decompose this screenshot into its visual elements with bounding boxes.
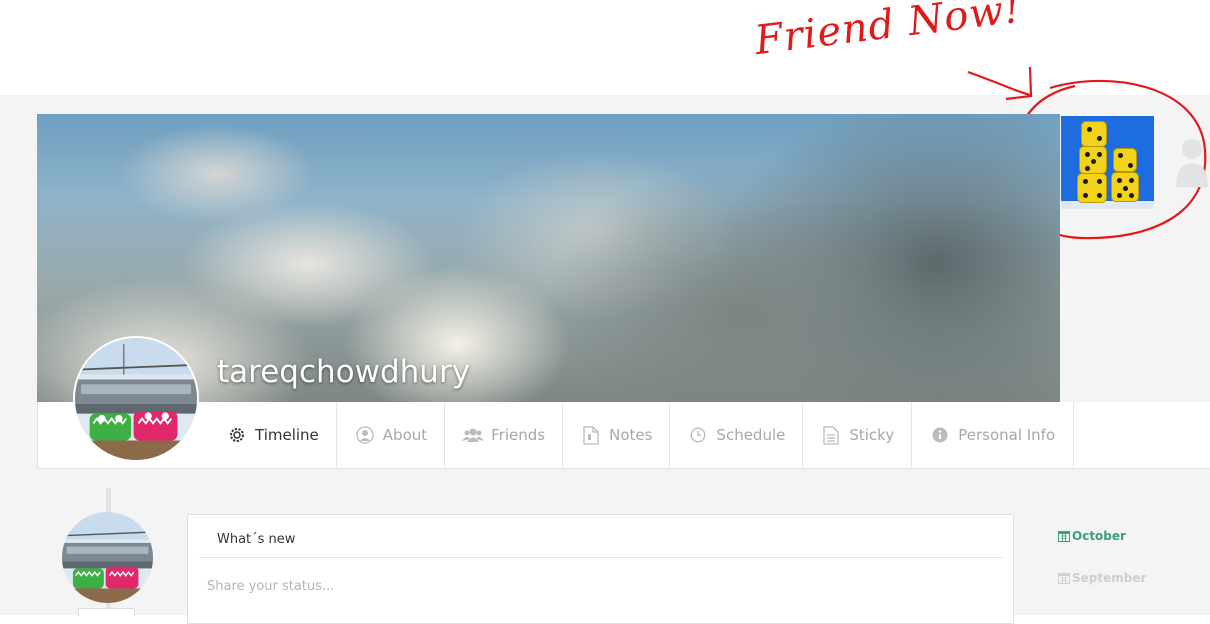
note-icon: [820, 424, 842, 446]
archive-month-october[interactable]: October: [1058, 526, 1146, 546]
gear-icon: [226, 424, 248, 446]
profile-tabs: Timeline About Friends Notes Schedule St…: [209, 402, 1075, 468]
friend-thumbnail[interactable]: [1061, 116, 1154, 209]
friend-placeholder-icon[interactable]: [1174, 137, 1210, 187]
tab-label: Sticky: [849, 426, 895, 444]
archive-months: October September: [1058, 526, 1146, 610]
avatar-image: [62, 512, 153, 603]
die-graphic: [1081, 121, 1107, 147]
tab-label: Timeline: [255, 426, 319, 444]
tab-about[interactable]: About: [337, 402, 446, 468]
tab-label: Notes: [609, 426, 653, 444]
tab-label: Schedule: [716, 426, 786, 444]
profile-avatar[interactable]: [73, 336, 199, 462]
archive-month-label: September: [1072, 571, 1147, 585]
status-input[interactable]: [205, 570, 989, 602]
tab-timeline[interactable]: Timeline: [209, 402, 337, 468]
composer-title: What´s new: [217, 532, 296, 547]
profile-username[interactable]: tareqchowdhury: [217, 354, 470, 390]
avatar-image: [75, 338, 197, 460]
die-graphic: [1113, 148, 1137, 172]
die-graphic: [1077, 173, 1107, 203]
composer-avatar[interactable]: [62, 512, 153, 603]
profile-navbar: Timeline About Friends Notes Schedule St…: [37, 402, 1210, 469]
tab-label: Personal Info: [958, 426, 1056, 444]
tab-label: About: [382, 426, 428, 444]
annotation-text: Friend Now!: [752, 0, 1024, 65]
tab-label: Friends: [491, 426, 546, 444]
archive-month-label: October: [1072, 529, 1126, 543]
tab-notes[interactable]: Notes: [563, 402, 671, 468]
die-graphic: [1079, 146, 1107, 174]
tab-personal-info[interactable]: Personal Info: [912, 402, 1075, 468]
composer-divider: [199, 557, 1003, 558]
status-composer: What´s new: [187, 514, 1014, 624]
users-icon: [462, 424, 485, 446]
tab-friends[interactable]: Friends: [445, 402, 564, 468]
file-icon: [580, 424, 602, 446]
calendar-icon: [1058, 573, 1070, 584]
user-icon: [354, 424, 376, 446]
calendar-icon: [1058, 531, 1070, 542]
info-icon: [929, 424, 951, 446]
friend-thumbnail-floor: [1061, 201, 1154, 209]
clock-icon: [687, 424, 709, 446]
tab-schedule[interactable]: Schedule: [670, 402, 804, 468]
archive-month-september[interactable]: September: [1058, 568, 1146, 588]
tab-sticky[interactable]: Sticky: [803, 402, 913, 468]
die-graphic: [1111, 172, 1139, 202]
